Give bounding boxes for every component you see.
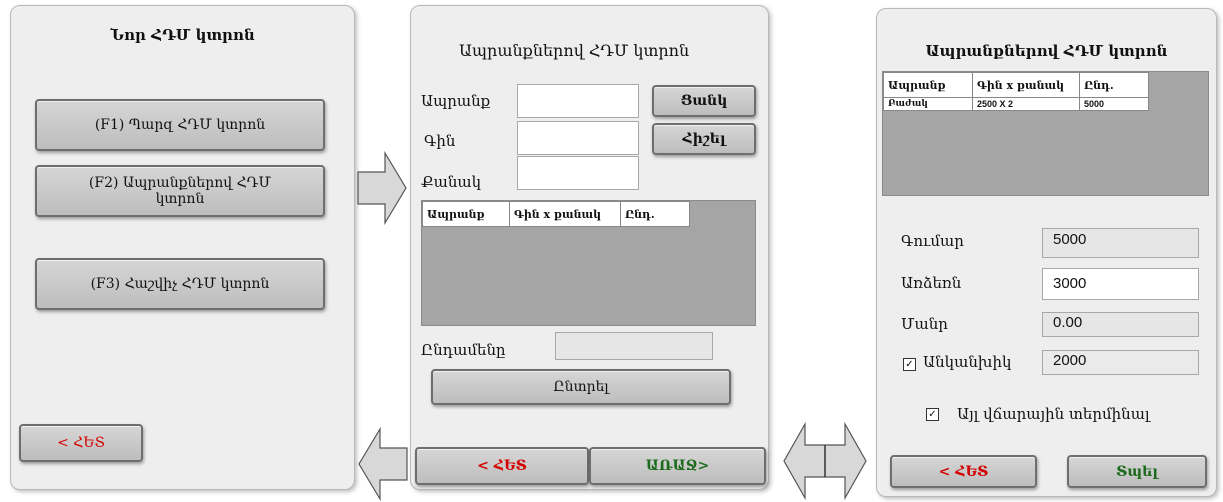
other-terminal-label: Այլ վճարային տերմինալ xyxy=(957,405,1150,423)
table-cell: 5000 xyxy=(1079,97,1149,111)
column-header[interactable]: Ընդ. xyxy=(620,201,690,227)
double-arrow-icon xyxy=(783,421,867,501)
sum-field: 5000 xyxy=(1042,228,1199,258)
panel-title: Ապրանքներով ՀԴՄ կտրոն xyxy=(459,41,690,60)
cash-label: Առձեռն xyxy=(901,274,962,292)
next-button[interactable]: ԱՌԱՋ> xyxy=(589,447,766,485)
quantity-label: Քանակ xyxy=(421,173,482,191)
column-header[interactable]: Ընդ. xyxy=(1079,72,1149,98)
back-button[interactable]: < ՀԵՏ xyxy=(415,447,589,485)
total-field xyxy=(555,332,713,360)
change-label: Մանր xyxy=(901,315,948,333)
products-receipt-form-panel: Ապրանքներով ՀԴՄ կտրոն Ապրանք Ցանկ Գին Հի… xyxy=(410,5,769,490)
items-grid[interactable]: Ապրանք Գին x քանակ Ընդ. Բաժակ 2500 X 2 5… xyxy=(882,71,1209,196)
column-header[interactable]: Գին x քանակ xyxy=(972,72,1080,98)
cash-input[interactable]: 3000 xyxy=(1042,268,1199,300)
cashless-label: Անկանխիկ xyxy=(923,353,1012,371)
panel-title: Նոր ՀԴՄ կտրոն xyxy=(110,26,255,44)
table-cell: Բաժակ xyxy=(883,97,973,111)
new-receipt-panel: Նոր ՀԴՄ կտրոն (F1) Պարզ ՀԴՄ կտրոն (F2) Ա… xyxy=(10,5,355,490)
print-button[interactable]: Տպել xyxy=(1067,455,1207,488)
items-table: Ապրանք Գին x քանակ Ընդ. Բաժակ 2500 X 2 5… xyxy=(883,72,1149,111)
table-cell: 2500 X 2 xyxy=(972,97,1080,111)
panel-title: Ապրանքներով ՀԴՄ կտրոն xyxy=(925,42,1168,60)
table-row[interactable]: Բաժակ 2500 X 2 5000 xyxy=(883,97,1149,111)
column-header[interactable]: Գին x քանակ xyxy=(509,201,621,227)
save-button[interactable]: Հիշել xyxy=(652,123,756,155)
price-label: Գին xyxy=(424,132,456,150)
items-grid[interactable]: Ապրանք Գին x քանակ Ընդ. xyxy=(421,200,756,326)
product-label: Ապրանք xyxy=(421,92,491,110)
arrow-right-icon xyxy=(357,150,407,226)
other-terminal-checkbox[interactable]: ✓ xyxy=(926,408,939,421)
cashless-checkbox[interactable]: ✓ xyxy=(903,358,916,371)
quantity-input[interactable] xyxy=(517,156,639,190)
list-button[interactable]: Ցանկ xyxy=(652,85,756,117)
total-label: Ընդամենը xyxy=(421,341,506,359)
select-button[interactable]: Ընտրել xyxy=(431,369,731,405)
product-input[interactable] xyxy=(517,84,639,118)
column-header[interactable]: Ապրանք xyxy=(883,72,973,98)
simple-receipt-button[interactable]: (F1) Պարզ ՀԴՄ կտրոն xyxy=(35,99,325,151)
price-input[interactable] xyxy=(517,121,639,155)
table-header-row: Ապրանք Գին x քանակ Ընդ. xyxy=(883,72,1149,98)
cashless-input[interactable]: 2000 xyxy=(1042,350,1199,375)
change-field: 0.00 xyxy=(1042,312,1199,337)
table-header-row: Ապրանք Գին x քանակ Ընդ. xyxy=(422,201,690,227)
arrow-left-icon xyxy=(358,426,408,502)
bill-receipt-button[interactable]: (F3) Հաշվիչ ՀԴՄ կտրոն xyxy=(35,258,325,310)
sum-label: Գումար xyxy=(901,232,964,250)
products-receipt-button[interactable]: (F2) Ապրանքներով ՀԴՄ կտրոն xyxy=(35,165,325,217)
back-button[interactable]: < ՀԵՏ xyxy=(19,424,143,462)
back-button[interactable]: < ՀԵՏ xyxy=(890,455,1037,488)
payment-panel: Ապրանքներով ՀԴՄ կտրոն Ապրանք Գին x քանակ… xyxy=(876,8,1217,497)
column-header[interactable]: Ապրանք xyxy=(422,201,510,227)
items-table: Ապրանք Գին x քանակ Ընդ. xyxy=(422,201,690,227)
